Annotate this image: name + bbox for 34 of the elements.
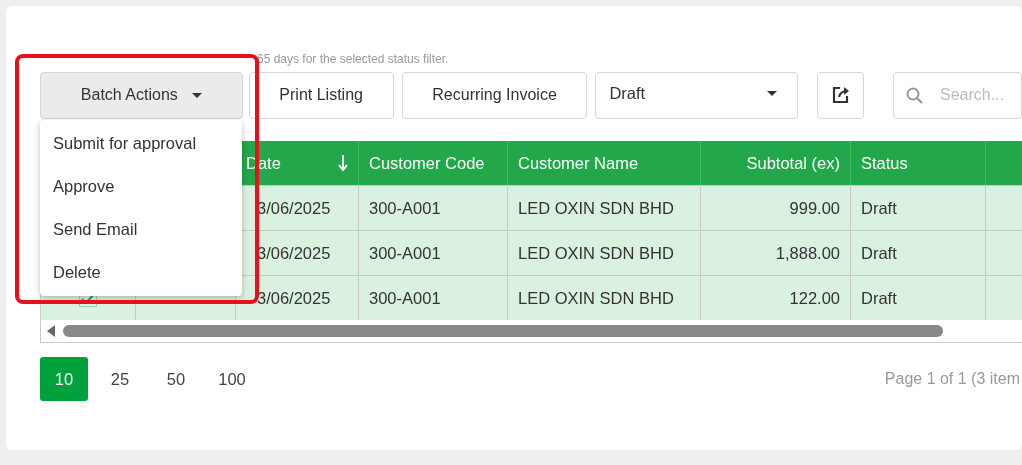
table-cell: 3/06/2025 <box>236 275 359 320</box>
table-cell <box>986 275 1022 320</box>
table-cell: LED OXIN SDN BHD <box>508 230 701 275</box>
print-listing-button[interactable]: Print Listing <box>248 71 394 119</box>
table-cell <box>986 185 1022 230</box>
filter-note: 65 days for the selected status filter. <box>256 52 450 68</box>
table-cell: 1,888.00 <box>701 230 851 275</box>
caret-icon <box>191 92 202 98</box>
page-size-button[interactable]: 25 <box>96 357 144 401</box>
batch-actions-button[interactable]: Batch Actions <box>40 71 243 119</box>
scrollbar-thumb[interactable] <box>63 325 943 337</box>
search-field[interactable]: Search... <box>892 71 1022 119</box>
export-icon <box>830 85 851 105</box>
page-size-button[interactable]: 100 <box>208 357 256 401</box>
table-cell: 122.00 <box>701 275 851 320</box>
recurring-invoice-button[interactable]: Recurring Invoice <box>401 71 588 119</box>
status-select[interactable]: Draft <box>595 71 799 119</box>
caret-icon <box>767 90 778 96</box>
table-cell: 300-A001 <box>359 185 508 230</box>
header-cell <box>986 141 1022 185</box>
page-info: Page 1 of 1 (3 item <box>884 370 1020 388</box>
scroll-left-icon[interactable] <box>47 325 55 337</box>
page-size-button[interactable]: 50 <box>152 357 200 401</box>
table-cell: 300-A001 <box>359 230 508 275</box>
table-cell: Draft <box>851 275 986 320</box>
table-cell <box>986 230 1022 275</box>
table-cell: LED OXIN SDN BHD <box>508 185 701 230</box>
table-cell: Draft <box>851 185 986 230</box>
export-button[interactable] <box>817 71 864 119</box>
table-cell: LED OXIN SDN BHD <box>508 275 701 320</box>
table-cell: 999.00 <box>701 185 851 230</box>
search-icon <box>905 86 923 104</box>
table-cell: 300-A001 <box>359 275 508 320</box>
table-cell: Draft <box>851 230 986 275</box>
